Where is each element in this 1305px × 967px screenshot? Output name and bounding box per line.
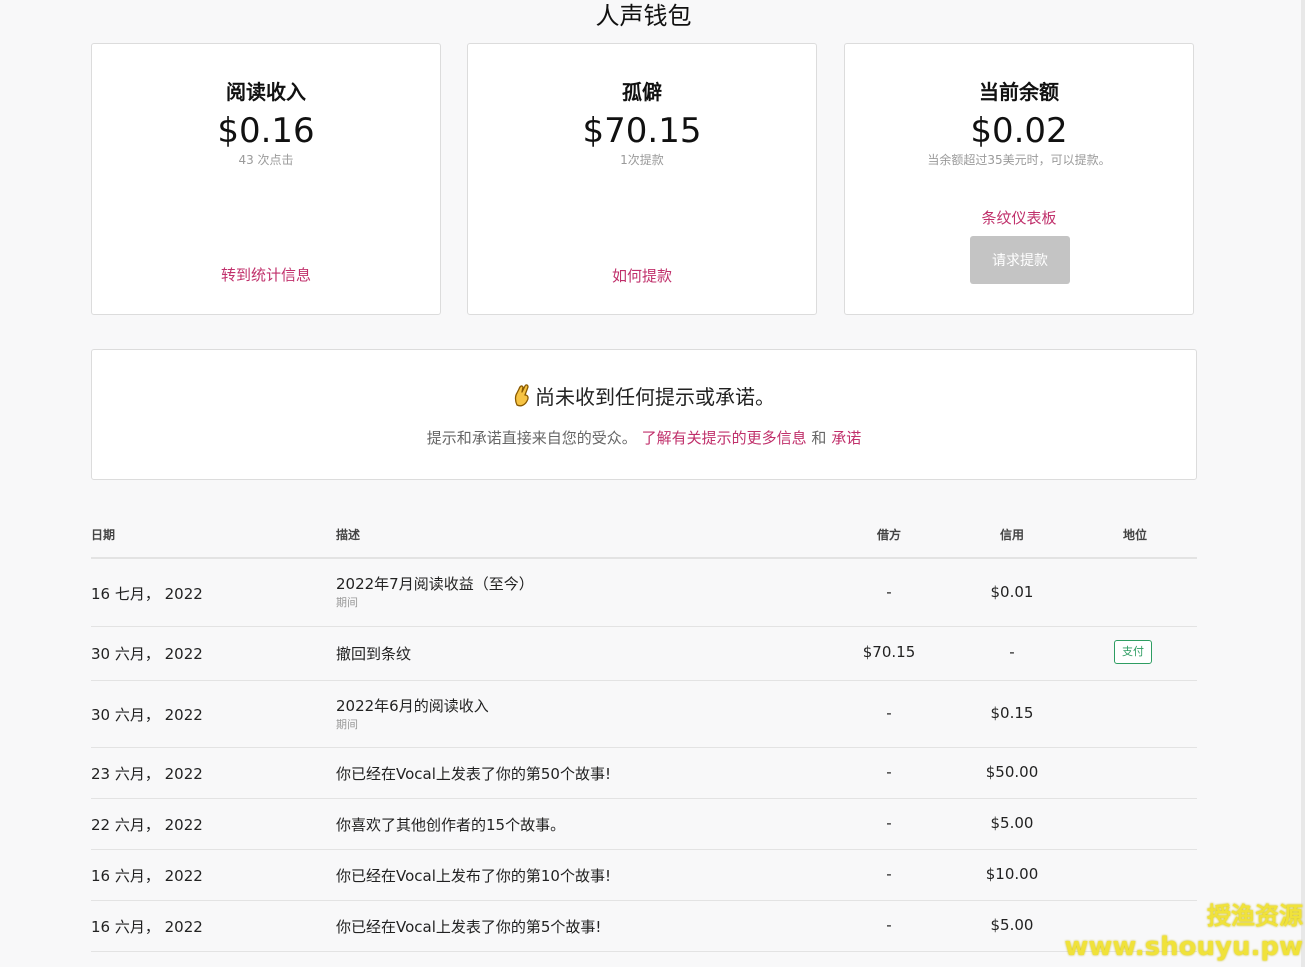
row-debit: - bbox=[886, 704, 892, 722]
row-desc-text: 2022年7月阅读收益（至今） bbox=[336, 575, 534, 593]
row-desc-text: 2022年6月的阅读收入 bbox=[336, 697, 489, 715]
row-status: 支付 bbox=[1114, 640, 1152, 664]
card-subtext: 当余额超过35美元时，可以提款。 bbox=[927, 153, 1111, 167]
row-description: 2022年6月的阅读收入 期间 bbox=[336, 695, 489, 732]
row-credit: $50.00 bbox=[985, 763, 1039, 781]
table-row: 16 六月， 2022 你已经在Vocal上发表了你的第5个故事! - $5.0… bbox=[91, 901, 1197, 952]
header-debit: 借方 bbox=[876, 528, 901, 542]
row-description: 2022年7月阅读收益（至今） 期间 bbox=[336, 573, 534, 610]
tips-body: 提示和承诺直接来自您的受众。 了解有关提示的更多信息 和 承诺 bbox=[92, 428, 1196, 448]
page-scrollbar[interactable] bbox=[1301, 0, 1305, 967]
card-reading-income: 阅读收入 $0.16 43 次点击 转到统计信息 bbox=[91, 43, 441, 315]
card-current-balance: 当前余额 $0.02 当余额超过35美元时，可以提款。 条纹仪表板 请求提款 bbox=[844, 43, 1194, 315]
row-desc-sub: 期间 bbox=[336, 596, 358, 609]
tips-pledges-panel: 尚未收到任何提示或承诺。 提示和承诺直接来自您的受众。 了解有关提示的更多信息 … bbox=[91, 349, 1197, 480]
row-date: 16 七月， 2022 bbox=[91, 585, 203, 603]
card-amount: $0.16 bbox=[217, 111, 315, 151]
row-credit: $5.00 bbox=[990, 814, 1034, 832]
row-date: 22 六月， 2022 bbox=[91, 816, 203, 834]
table-row: 30 六月， 2022 2022年6月的阅读收入 期间 - $0.15 bbox=[91, 681, 1197, 748]
card-title: 阅读收入 bbox=[226, 80, 306, 104]
stats-link[interactable]: 转到统计信息 bbox=[92, 264, 440, 285]
row-debit: - bbox=[886, 814, 892, 832]
table-row: 22 六月， 2022 你喜欢了其他创作者的15个故事。 - $5.00 bbox=[91, 799, 1197, 850]
tips-body-text: 提示和承诺直接来自您的受众。 bbox=[426, 429, 637, 447]
card-withdrawn: 孤僻 $70.15 1次提款 如何提款 bbox=[467, 43, 817, 315]
row-debit: $70.15 bbox=[862, 643, 916, 661]
transactions-table: 日期 描述 借方 信用 地位 16 七月， 2022 2022年7月阅读收益（至… bbox=[91, 512, 1197, 952]
table-row: 16 七月， 2022 2022年7月阅读收益（至今） 期间 - $0.01 bbox=[91, 559, 1197, 627]
card-subtext: 43 次点击 bbox=[238, 153, 294, 167]
row-credit: - bbox=[1009, 643, 1015, 661]
row-desc-text: 撤回到条纹 bbox=[336, 645, 412, 663]
header-description: 描述 bbox=[336, 528, 361, 542]
row-credit: $0.01 bbox=[990, 583, 1034, 601]
table-row: 23 六月， 2022 你已经在Vocal上发表了你的第50个故事! - $50… bbox=[91, 748, 1197, 799]
table-row: 30 六月， 2022 撤回到条纹 $70.15 - 支付 bbox=[91, 627, 1197, 681]
row-desc-text: 你已经在Vocal上发表了你的第50个故事! bbox=[336, 765, 611, 783]
header-date: 日期 bbox=[91, 528, 116, 542]
row-credit: $0.15 bbox=[990, 704, 1034, 722]
stripe-dashboard-link[interactable]: 条纹仪表板 bbox=[845, 207, 1193, 228]
header-status: 地位 bbox=[1122, 528, 1147, 542]
page-title: 人声钱包 bbox=[595, 2, 692, 30]
row-debit: - bbox=[886, 583, 892, 601]
card-title: 当前余额 bbox=[979, 80, 1059, 104]
request-withdrawal-button[interactable]: 请求提款 bbox=[970, 236, 1070, 284]
row-debit: - bbox=[886, 763, 892, 781]
card-amount: $70.15 bbox=[582, 111, 702, 151]
row-date: 23 六月， 2022 bbox=[91, 765, 203, 783]
row-debit: - bbox=[886, 865, 892, 883]
pledges-link[interactable]: 承诺 bbox=[831, 429, 861, 447]
learn-more-tips-link[interactable]: 了解有关提示的更多信息 bbox=[642, 429, 807, 447]
row-credit: $10.00 bbox=[985, 865, 1039, 883]
card-title: 孤僻 bbox=[622, 80, 662, 104]
row-desc-text: 你喜欢了其他创作者的15个故事。 bbox=[336, 816, 566, 834]
header-credit: 信用 bbox=[999, 528, 1024, 542]
row-desc-sub: 期间 bbox=[336, 718, 358, 731]
row-debit: - bbox=[886, 916, 892, 934]
card-amount: $0.02 bbox=[970, 111, 1068, 151]
tips-heading: 尚未收到任何提示或承诺。 bbox=[92, 383, 1196, 414]
watermark-line2: www.shouyu.pw bbox=[1064, 932, 1303, 962]
card-subtext: 1次提款 bbox=[620, 153, 664, 167]
row-date: 30 六月， 2022 bbox=[91, 706, 203, 724]
row-credit: $5.00 bbox=[990, 916, 1034, 934]
tips-heading-text: 尚未收到任何提示或承诺。 bbox=[535, 385, 775, 409]
row-date: 16 六月， 2022 bbox=[91, 867, 203, 885]
how-to-withdraw-link[interactable]: 如何提款 bbox=[468, 265, 816, 286]
and-text: 和 bbox=[811, 429, 827, 447]
status-badge: 支付 bbox=[1114, 640, 1152, 664]
watermark-line1: 授渔资源 bbox=[1207, 902, 1303, 930]
row-date: 16 六月， 2022 bbox=[91, 918, 203, 936]
table-header: 日期 描述 借方 信用 地位 bbox=[91, 512, 1197, 559]
row-desc-text: 你已经在Vocal上发表了你的第5个故事! bbox=[336, 918, 602, 936]
table-row: 16 六月， 2022 你已经在Vocal上发布了你的第10个故事! - $10… bbox=[91, 850, 1197, 901]
row-date: 30 六月， 2022 bbox=[91, 645, 203, 663]
watermark: 授渔资源 www.shouyu.pw bbox=[1064, 901, 1303, 963]
crossed-fingers-icon bbox=[513, 383, 531, 414]
row-desc-text: 你已经在Vocal上发布了你的第10个故事! bbox=[336, 867, 611, 885]
